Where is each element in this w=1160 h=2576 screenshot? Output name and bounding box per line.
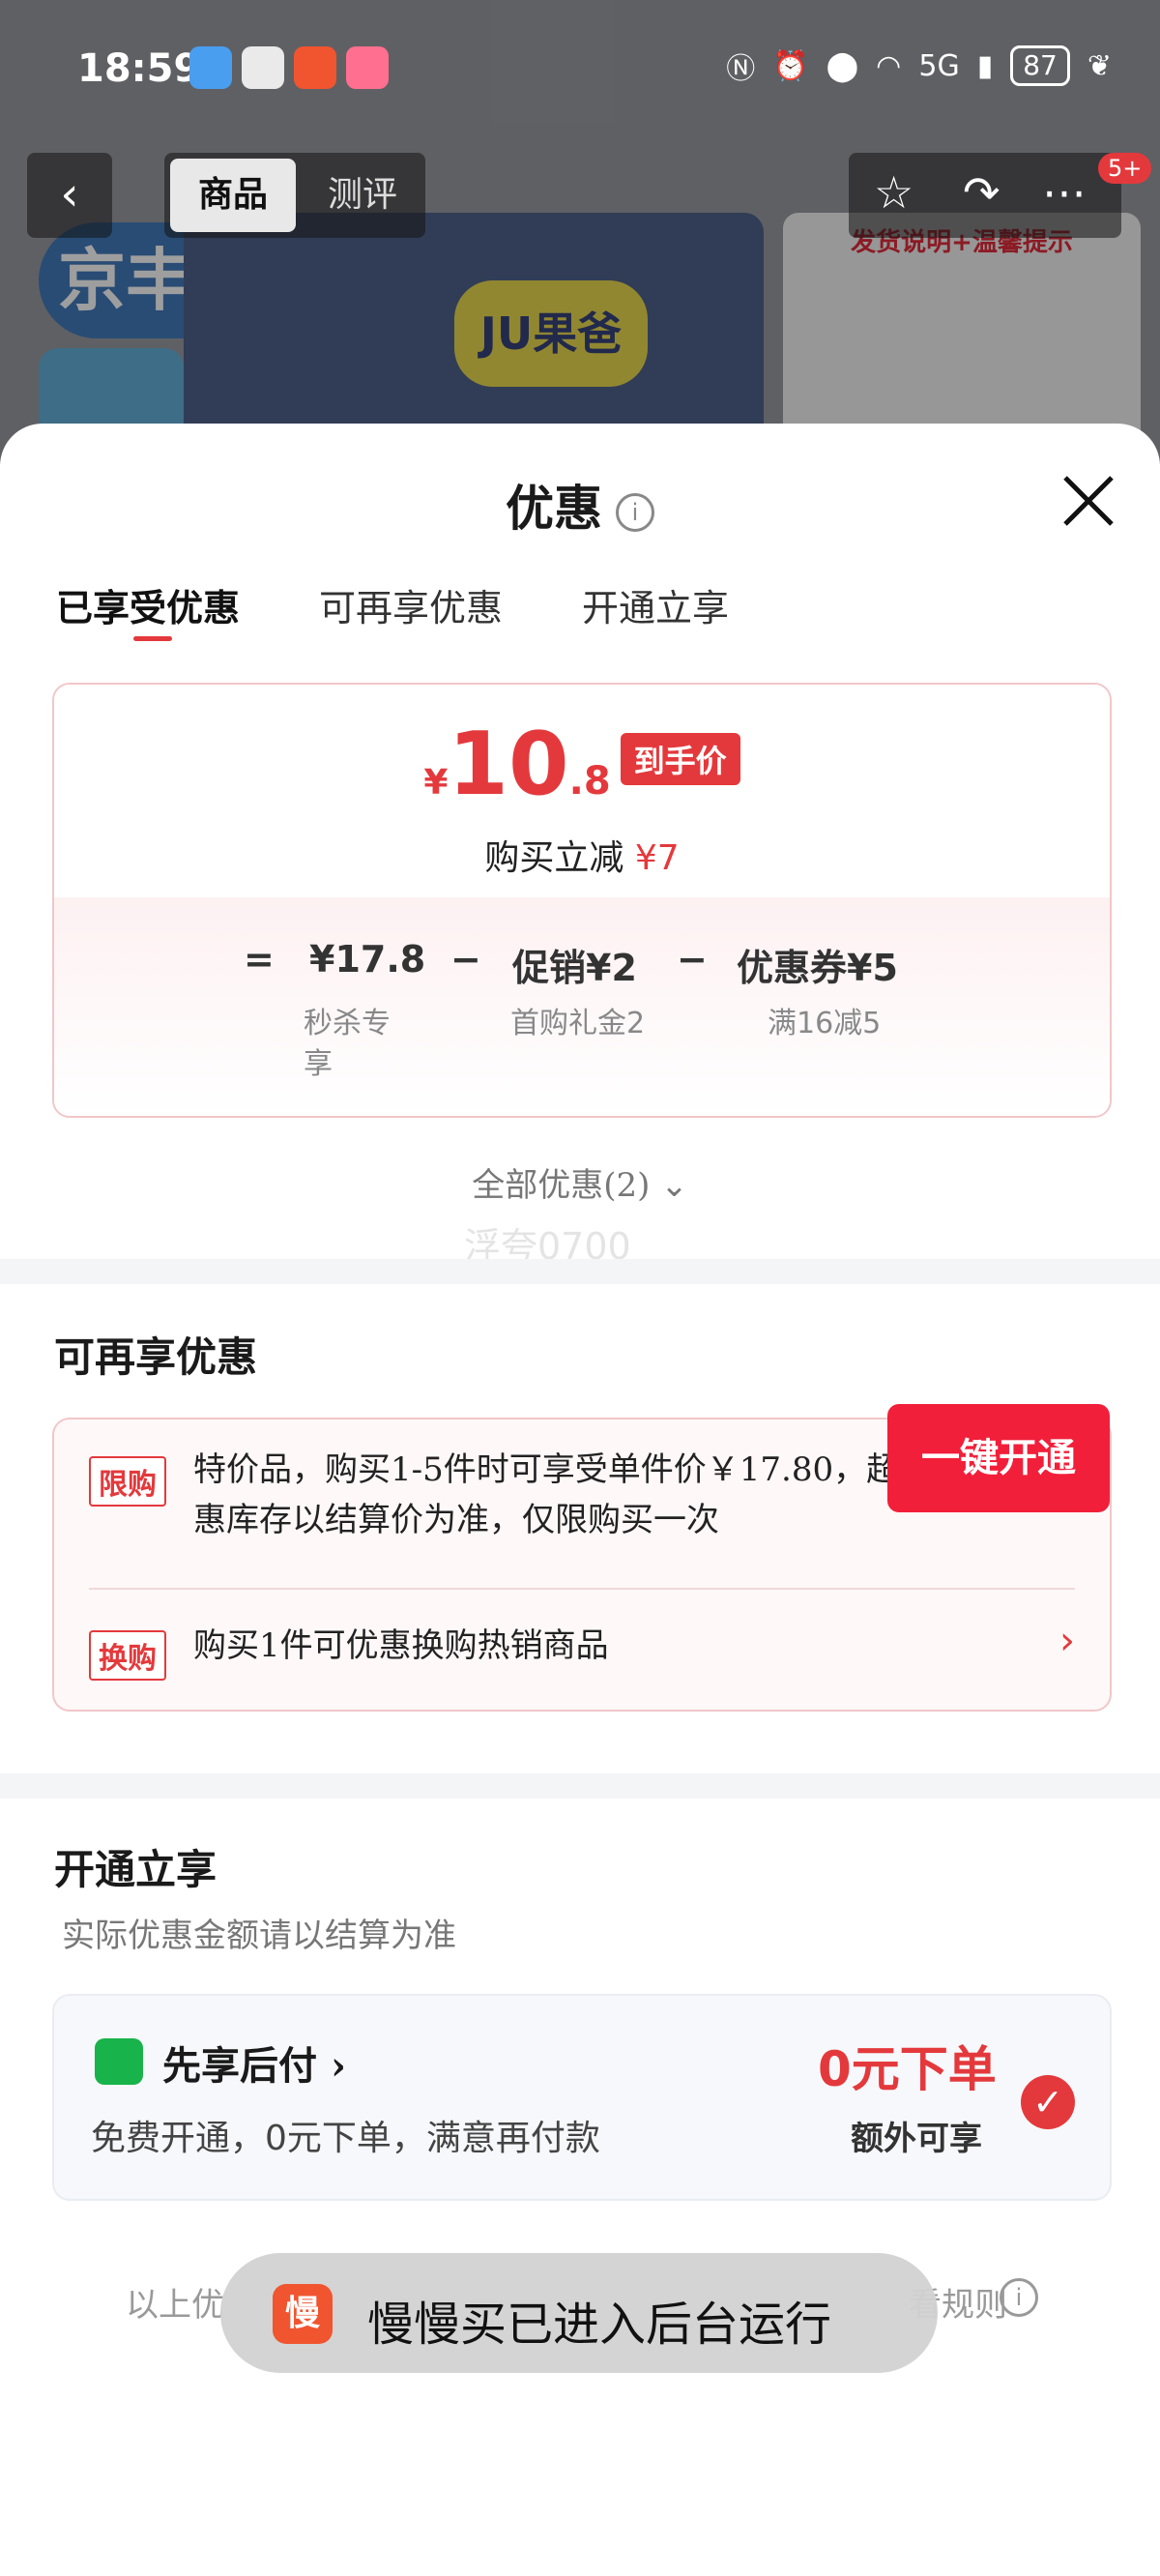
- minus-sign: −: [450, 938, 481, 981]
- pay-later-title[interactable]: 先享后付 ›: [162, 2034, 346, 2091]
- share-icon[interactable]: ↷: [963, 166, 1000, 219]
- tab-open[interactable]: 开通立享: [582, 578, 729, 631]
- promo-note: 首购礼金2: [510, 1007, 646, 1040]
- minus-sign: −: [677, 938, 708, 981]
- check-icon[interactable]: ✓: [1021, 2075, 1075, 2129]
- network-label: 5G: [918, 48, 960, 83]
- nfc-icon: Ⓝ: [726, 52, 756, 86]
- section-divider: [0, 1773, 1160, 1799]
- background-toast: 慢 慢慢买已进入后台运行: [220, 2253, 938, 2373]
- alarm-icon: ⏰: [772, 48, 809, 83]
- base-price: ¥17.8: [309, 938, 426, 981]
- chevron-down-icon: ⌄: [660, 1166, 688, 1205]
- exchange-text[interactable]: 购买1件可优惠换购热销商品: [193, 1621, 609, 1671]
- tab-more[interactable]: 可再享优惠: [319, 578, 503, 631]
- manmanmai-app-icon: 慢: [273, 2284, 333, 2344]
- all-offers-toggle[interactable]: 全部优惠(2) ⌄: [0, 1158, 1160, 1206]
- status-icons: Ⓝ ⏰ ⬤ ◠ 5G ▮ 87 ❦: [726, 44, 1112, 87]
- info-icon[interactable]: i: [1000, 2278, 1038, 2317]
- section-divider: [0, 1259, 1160, 1284]
- reduce-label: 购买立减: [484, 838, 624, 878]
- more-icon[interactable]: ⋯: [1042, 166, 1087, 219]
- tab-product[interactable]: 商品: [170, 159, 296, 232]
- exchange-tag: 换购: [89, 1630, 166, 1681]
- manmanmai-app-icon: [294, 46, 336, 89]
- base-note: 秒杀专享: [304, 1007, 391, 1081]
- battery-indicator: 87: [1010, 45, 1070, 86]
- home-app-icon: [242, 46, 284, 89]
- back-button[interactable]: ‹: [27, 153, 112, 238]
- sheet-title: 优惠: [506, 480, 602, 537]
- location-icon: ⬤: [826, 48, 859, 83]
- close-icon[interactable]: [1059, 472, 1117, 530]
- final-price: ¥10.8 到手价: [54, 714, 1110, 815]
- promo-amount: 促销¥2: [512, 947, 637, 989]
- price-integer: 10: [448, 714, 569, 815]
- weather-app-icon: [189, 46, 232, 89]
- message-badge: 5+: [1098, 153, 1152, 184]
- coupon-note: 满16减5: [768, 1007, 882, 1040]
- top-actions: ☆ ↷ ⋯: [849, 153, 1121, 238]
- sheet-header: 优惠 i: [0, 470, 1160, 540]
- toast-text: 慢慢买已进入后台运行: [367, 2298, 832, 2352]
- leaf-icon: ❦: [1087, 48, 1112, 83]
- final-price-tag: 到手价: [620, 733, 740, 785]
- info-icon[interactable]: i: [616, 493, 654, 532]
- shopping-bag-icon: [95, 2038, 143, 2085]
- open-section-title: 开通立享: [54, 1846, 218, 1893]
- status-bar: 18:59 Ⓝ ⏰ ⬤ ◠ 5G ▮ 87 ❦: [0, 0, 1160, 135]
- signal-icon: ▮: [976, 48, 994, 83]
- wifi-icon: ◠: [876, 48, 902, 83]
- pay-later-desc: 免费开通，0元下单，满意再付款: [91, 2119, 600, 2158]
- offer-tabs: 已享受优惠 可再享优惠 开通立享: [56, 578, 729, 641]
- chevron-right-icon: ›: [330, 2043, 346, 2089]
- pay-later-card[interactable]: 先享后付 › 免费开通，0元下单，满意再付款 0元下单 额外可享 ✓: [52, 1994, 1112, 2201]
- equals-sign: =: [244, 938, 275, 981]
- reduce-amount: ¥7: [634, 838, 680, 878]
- limit-tag: 限购: [89, 1456, 166, 1507]
- page-tabs: 商品 测评: [164, 153, 425, 238]
- price-card: ¥10.8 到手价 购买立减 ¥7 = ¥17.8 − 促销¥2 − 优惠券¥5 …: [52, 683, 1112, 1118]
- footer-disclaimer: 以上优: [126, 2286, 224, 2325]
- reduce-line: 购买立减 ¥7: [54, 830, 1110, 880]
- row-divider: [89, 1588, 1075, 1590]
- currency-symbol: ¥: [423, 763, 449, 803]
- tab-enjoyed[interactable]: 已享受优惠: [56, 578, 240, 641]
- clock: 18:59: [77, 46, 201, 91]
- extra-benefit: 额外可享: [851, 2120, 982, 2158]
- price-decimal: .8: [568, 759, 611, 804]
- promo-app-icon: [346, 46, 389, 89]
- coupon-amount: 优惠券¥5: [737, 947, 898, 989]
- chevron-right-icon[interactable]: ›: [1059, 1619, 1075, 1663]
- tab-review[interactable]: 测评: [304, 159, 420, 232]
- pay-later-label: 先享后付: [162, 2043, 317, 2089]
- zero-yuan-order: 0元下单: [818, 2041, 997, 2097]
- more-offers-title: 可再享优惠: [54, 1333, 258, 1381]
- open-section-note: 实际优惠金额请以结算为准: [62, 1917, 456, 1955]
- price-summary: ¥10.8 到手价 购买立减 ¥7: [54, 685, 1110, 897]
- one-click-open-button[interactable]: 一键开通: [887, 1404, 1110, 1512]
- star-icon[interactable]: ☆: [874, 166, 914, 219]
- all-offers-label: 全部优惠(2): [472, 1166, 651, 1205]
